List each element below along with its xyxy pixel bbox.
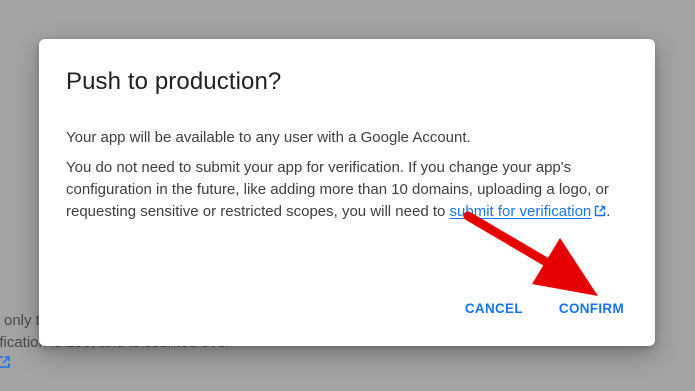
external-link-icon [0, 356, 10, 368]
verification-text-end: . [606, 203, 611, 220]
dialog-actions: CANCEL CONFIRM [465, 301, 624, 316]
dialog-title: Push to production? [66, 68, 282, 95]
availability-text: Your app will be available to any user w… [66, 129, 471, 146]
push-to-production-dialog: Push to production? Your app will be ava… [39, 39, 655, 346]
external-link-icon [595, 205, 606, 217]
cancel-button[interactable]: CANCEL [465, 301, 523, 316]
dialog-body: Your app will be available to any user w… [66, 127, 631, 231]
confirm-button[interactable]: CONFIRM [559, 301, 624, 316]
submit-for-verification-link[interactable]: submit for verification [450, 203, 607, 220]
background-text-line: only t [4, 312, 40, 329]
verification-text: You do not need to submit your app for v… [66, 157, 631, 223]
submit-for-verification-link-label: submit for verification [449, 203, 592, 220]
